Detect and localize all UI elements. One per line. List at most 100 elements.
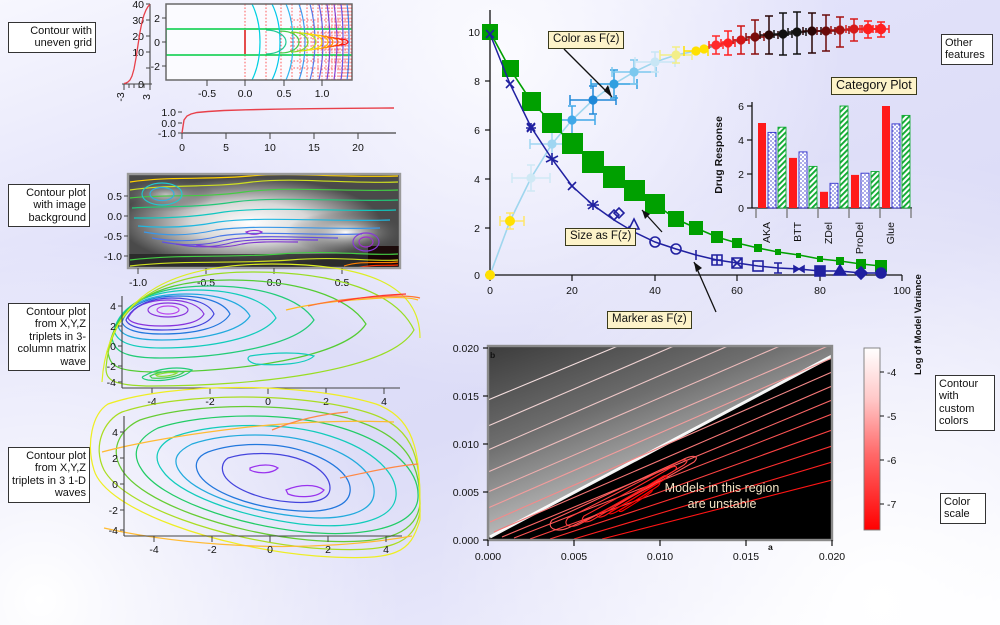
callout-marker-as-fz: Marker as F(z) — [607, 311, 692, 329]
bars-BTT — [789, 151, 818, 209]
svg-text:0: 0 — [267, 544, 273, 556]
svg-text:100: 100 — [893, 285, 911, 297]
callout-marker-arrow — [693, 261, 717, 313]
colorbar-tick-2: -6 — [887, 455, 896, 467]
callout-color-arrow — [563, 48, 613, 98]
svg-text:10: 10 — [132, 47, 144, 59]
label-other-features: Other features — [941, 34, 993, 65]
svg-text:4: 4 — [112, 427, 118, 439]
svg-text:-0.5: -0.5 — [104, 231, 122, 243]
svg-text:0: 0 — [154, 37, 160, 49]
svg-text:60: 60 — [731, 285, 743, 297]
svg-text:0: 0 — [110, 341, 116, 353]
svg-text:5: 5 — [223, 142, 229, 154]
label-uneven-grid: Contour with uneven grid — [8, 22, 96, 53]
svg-text:0.5: 0.5 — [107, 191, 122, 203]
category-tick-ZDel: ZDel — [823, 222, 835, 244]
label-color-scale: Color scale — [940, 493, 986, 524]
svg-text:1.0: 1.0 — [315, 88, 330, 100]
svg-text:80: 80 — [814, 285, 826, 297]
svg-text:0.0: 0.0 — [238, 88, 253, 100]
svg-text:-1.0: -1.0 — [104, 251, 122, 263]
svg-text:-0.5: -0.5 — [197, 277, 215, 289]
panel-category-plot: 6 4 2 0 Drug Response AKA BTT ZDel ProDe… — [713, 101, 912, 254]
svg-text:2: 2 — [110, 321, 116, 333]
uneven-grid-bottom-subplot: 1.0 0.0 -1.0 0 5 10 15 20 — [158, 107, 396, 154]
svg-text:-2: -2 — [109, 505, 118, 517]
svg-text:0: 0 — [179, 142, 185, 154]
category-tick-ProDel: ProDel — [854, 222, 866, 254]
svg-text:0.005: 0.005 — [453, 487, 479, 499]
svg-text:0.000: 0.000 — [453, 535, 479, 547]
bars-AKA — [758, 123, 787, 209]
svg-text:2: 2 — [325, 544, 331, 556]
svg-text:-1.0: -1.0 — [129, 277, 147, 289]
svg-text:0: 0 — [738, 203, 744, 215]
svg-text:8: 8 — [474, 76, 480, 88]
panel-one-d-waves: 4 2 0 -2 -4 -4 -2 0 2 4 — [89, 386, 421, 559]
bars-ZDel — [820, 105, 849, 209]
bars-ProDel — [851, 171, 880, 209]
one-d-waves-contours — [89, 386, 421, 559]
svg-text:2: 2 — [474, 223, 480, 235]
svg-text:-2: -2 — [207, 544, 216, 556]
svg-text:20: 20 — [566, 285, 578, 297]
svg-text:0: 0 — [487, 285, 493, 297]
colorbar-tick-3: -7 — [887, 499, 896, 511]
svg-text:2: 2 — [323, 396, 329, 408]
label-matrix-wave: Contour plot from X,Y,Z triplets in 3-co… — [8, 303, 90, 372]
svg-text:4: 4 — [110, 301, 116, 313]
category-tick-BTT: BTT — [792, 221, 804, 241]
svg-text:-4: -4 — [149, 544, 158, 556]
svg-text:-1.0: -1.0 — [158, 128, 176, 140]
callout-size-arrow — [641, 209, 663, 233]
unstable-line1: Models in this region — [665, 481, 780, 495]
svg-text:0.000: 0.000 — [475, 551, 501, 563]
svg-text:3: 3 — [141, 94, 153, 100]
svg-text:0.005: 0.005 — [561, 551, 587, 563]
svg-text:-4: -4 — [147, 396, 156, 408]
svg-text:2: 2 — [112, 453, 118, 465]
category-tick-AKA: AKA — [761, 222, 773, 243]
svg-text:40: 40 — [649, 285, 661, 297]
callout-category-plot: Category Plot — [831, 77, 917, 95]
svg-text:0: 0 — [474, 270, 480, 282]
unstable-line2: are unstable — [688, 497, 757, 511]
colorbar: -4 -5 -6 -7 — [863, 347, 896, 531]
series-top-errorbars — [699, 11, 890, 56]
svg-text:0.015: 0.015 — [733, 551, 759, 563]
panel-image-background: 0.5 0.0 -0.5 -1.0 -1.0 -0.5 0.0 0.5 — [104, 172, 402, 289]
bars-Glue — [882, 106, 911, 209]
svg-text:0.5: 0.5 — [277, 88, 292, 100]
svg-text:0.015: 0.015 — [453, 391, 479, 403]
svg-text:-3: -3 — [115, 92, 127, 101]
svg-text:6: 6 — [474, 125, 480, 137]
svg-text:0.010: 0.010 — [453, 439, 479, 451]
colorbar-label: Log of Model Variance — [913, 274, 924, 375]
svg-text:-2: -2 — [151, 61, 160, 73]
colorbar-tick-1: -5 — [887, 411, 896, 423]
svg-text:10: 10 — [468, 27, 480, 39]
svg-text:20: 20 — [352, 142, 364, 154]
panel-uneven-grid: 40 30 20 10 0 -3 3 2 0 -2 -0.5 0.0 0.5 1… — [115, 0, 396, 154]
panel-matrix-wave: 4 2 0 -2 -4 -4 -2 0 2 4 — [101, 263, 421, 408]
label-image-background: Contour plot with image background — [8, 184, 90, 228]
category-tick-Glue: Glue — [885, 222, 897, 244]
svg-text:6: 6 — [738, 101, 744, 113]
panel-custom-colors: Models in this region are unstable 0.020… — [453, 343, 897, 563]
svg-text:0.010: 0.010 — [647, 551, 673, 563]
label-one-d-waves: Contour plot from X,Y,Z triplets in 3 1-… — [8, 447, 90, 503]
svg-text:0.0: 0.0 — [107, 211, 122, 223]
svg-text:4: 4 — [383, 544, 389, 556]
callout-size-as-fz: Size as F(z) — [565, 228, 637, 246]
svg-text:-0.5: -0.5 — [198, 88, 216, 100]
svg-text:0.020: 0.020 — [819, 551, 845, 563]
svg-text:-2: -2 — [107, 361, 116, 373]
colorbar-tick-0: -4 — [887, 367, 896, 379]
svg-text:15: 15 — [308, 142, 320, 154]
svg-text:2: 2 — [154, 13, 160, 25]
svg-text:2: 2 — [738, 169, 744, 181]
svg-text:-4: -4 — [109, 525, 118, 537]
svg-text:40: 40 — [132, 0, 144, 11]
svg-text:4: 4 — [474, 174, 480, 186]
